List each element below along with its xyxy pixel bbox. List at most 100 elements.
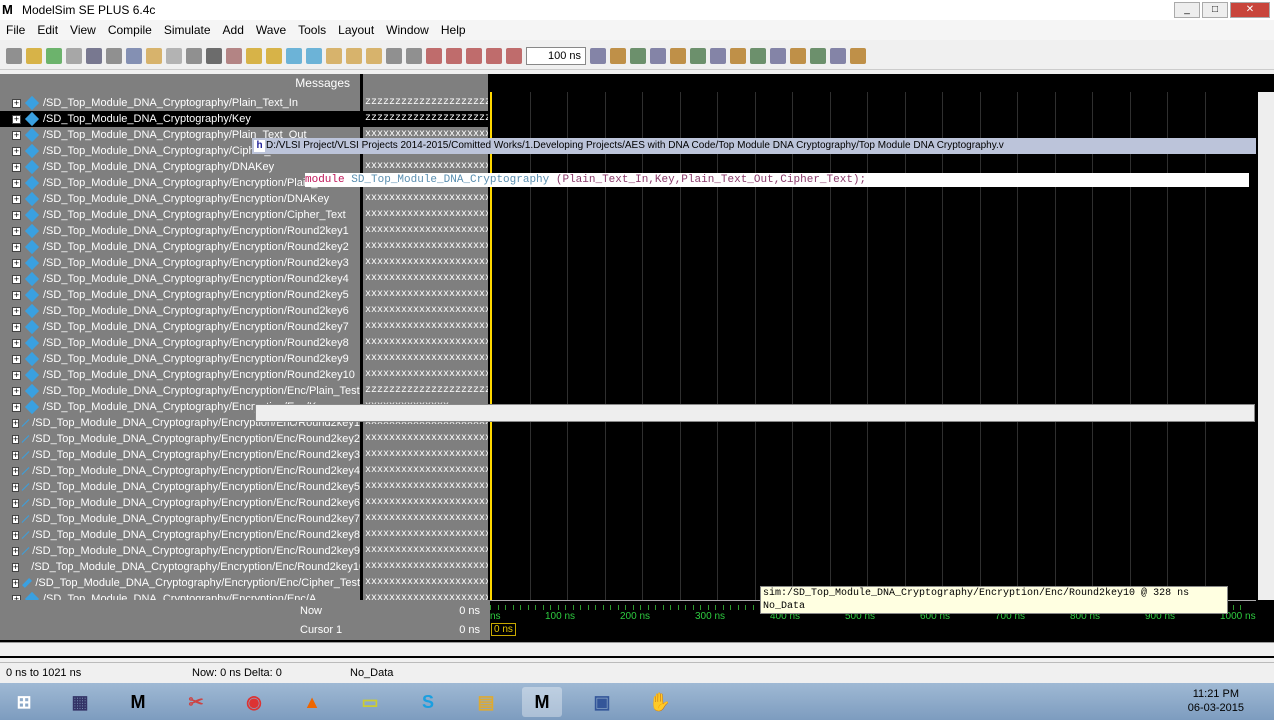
chrome-icon[interactable]: ◉ bbox=[234, 687, 274, 717]
expand-icon[interactable]: + bbox=[12, 146, 21, 156]
paint-icon[interactable]: ▣ bbox=[582, 687, 622, 717]
app-icon[interactable]: ✋ bbox=[640, 687, 680, 717]
expand-icon[interactable]: + bbox=[12, 370, 21, 380]
skype-icon[interactable]: S bbox=[408, 687, 448, 717]
toolbar-button-icon[interactable] bbox=[346, 47, 362, 64]
run-length-field[interactable]: 100 ns bbox=[526, 46, 586, 65]
menu-edit[interactable]: Edit bbox=[31, 23, 64, 37]
signal-row[interactable]: +/SD_Top_Module_DNA_Cryptography/Encrypt… bbox=[0, 479, 360, 495]
expand-icon[interactable]: + bbox=[12, 386, 21, 396]
toolbar-button-icon[interactable] bbox=[730, 47, 746, 64]
expand-icon[interactable]: + bbox=[12, 434, 20, 444]
signal-row[interactable]: +/SD_Top_Module_DNA_Cryptography/Encrypt… bbox=[0, 543, 360, 559]
waveform-pane[interactable] bbox=[490, 92, 1256, 600]
maximize-button[interactable]: □ bbox=[1202, 2, 1228, 18]
expand-icon[interactable]: + bbox=[12, 290, 21, 300]
expand-icon[interactable]: + bbox=[12, 322, 21, 332]
expand-icon[interactable]: + bbox=[12, 130, 21, 140]
signal-row[interactable]: +/SD_Top_Module_DNA_Cryptography/Encrypt… bbox=[0, 591, 360, 600]
menu-help[interactable]: Help bbox=[435, 23, 472, 37]
toolbar-button-icon[interactable] bbox=[850, 47, 866, 64]
toolbar-button-icon[interactable] bbox=[810, 47, 826, 64]
toolbar-button-icon[interactable] bbox=[186, 47, 202, 64]
expand-icon[interactable]: + bbox=[12, 466, 20, 476]
signal-row[interactable]: +/SD_Top_Module_DNA_Cryptography/Encrypt… bbox=[0, 223, 360, 239]
minimize-button[interactable]: _ bbox=[1174, 2, 1200, 18]
toolbar-button-icon[interactable] bbox=[66, 47, 82, 64]
signal-row[interactable]: +/SD_Top_Module_DNA_Cryptography/Encrypt… bbox=[0, 367, 360, 383]
signal-row[interactable]: +/SD_Top_Module_DNA_Cryptography/Encrypt… bbox=[0, 495, 360, 511]
toolbar-button-icon[interactable] bbox=[486, 47, 502, 64]
signal-row[interactable]: +/SD_Top_Module_DNA_Cryptography/Encrypt… bbox=[0, 527, 360, 543]
toolbar-button-icon[interactable] bbox=[146, 47, 162, 64]
toolbar-button-icon[interactable] bbox=[770, 47, 786, 64]
signal-row[interactable]: + /SD_Top_Module_DNA_Cryptography/Plain_T… bbox=[0, 95, 360, 111]
expand-icon[interactable]: + bbox=[12, 562, 20, 572]
signal-row[interactable]: +/SD_Top_Module_DNA_Cryptography/Encrypt… bbox=[0, 351, 360, 367]
explorer-icon[interactable]: ▤ bbox=[466, 687, 506, 717]
toolbar-button-icon[interactable] bbox=[46, 47, 62, 64]
expand-icon[interactable]: + bbox=[12, 546, 20, 556]
signal-row[interactable]: +/SD_Top_Module_DNA_Cryptography/Encrypt… bbox=[0, 287, 360, 303]
menu-tools[interactable]: Tools bbox=[292, 23, 332, 37]
expand-icon[interactable]: + bbox=[12, 354, 21, 364]
toolbar-button-icon[interactable] bbox=[466, 47, 482, 64]
expand-icon[interactable]: + bbox=[12, 274, 21, 284]
expand-icon[interactable]: + bbox=[12, 242, 21, 252]
toolbar-button-icon[interactable] bbox=[830, 47, 846, 64]
expand-icon[interactable]: + bbox=[12, 194, 21, 204]
expand-icon[interactable]: + bbox=[12, 210, 21, 220]
toolbar-button-icon[interactable] bbox=[630, 47, 646, 64]
expand-icon[interactable]: + bbox=[12, 402, 21, 412]
toolbar-button-icon[interactable] bbox=[86, 47, 102, 64]
folder-icon[interactable]: ▭ bbox=[350, 687, 390, 717]
signal-row[interactable]: +/SD_Top_Module_DNA_Cryptography/Encrypt… bbox=[0, 431, 360, 447]
expand-icon[interactable]: + bbox=[12, 450, 20, 460]
signal-row[interactable]: +/SD_Top_Module_DNA_Cryptography/Encrypt… bbox=[0, 559, 360, 575]
toolbar-button-icon[interactable] bbox=[426, 47, 442, 64]
toolbar-button-icon[interactable] bbox=[266, 47, 282, 64]
vertical-scrollbar[interactable] bbox=[1258, 92, 1274, 600]
toolbar-button-icon[interactable] bbox=[126, 47, 142, 64]
signal-row[interactable]: +/SD_Top_Module_DNA_Cryptography/Encrypt… bbox=[0, 239, 360, 255]
menu-add[interactable]: Add bbox=[217, 23, 250, 37]
menu-file[interactable]: File bbox=[0, 23, 31, 37]
menu-window[interactable]: Window bbox=[380, 23, 435, 37]
signal-row[interactable]: +/SD_Top_Module_DNA_Cryptography/Encrypt… bbox=[0, 575, 360, 591]
matlab-icon[interactable]: ▲ bbox=[292, 687, 332, 717]
toolbar-button-icon[interactable] bbox=[610, 47, 626, 64]
menu-simulate[interactable]: Simulate bbox=[158, 23, 217, 37]
signal-row[interactable]: +/SD_Top_Module_DNA_Cryptography/Encrypt… bbox=[0, 463, 360, 479]
toolbar-button-icon[interactable] bbox=[26, 47, 42, 64]
cursor-label[interactable]: Cursor 1 bbox=[300, 624, 342, 636]
toolbar-button-icon[interactable] bbox=[650, 47, 666, 64]
toolbar-button-icon[interactable] bbox=[366, 47, 382, 64]
signal-names-pane[interactable]: + /SD_Top_Module_DNA_Cryptography/Plain_T… bbox=[0, 92, 360, 600]
expand-icon[interactable]: + bbox=[12, 530, 20, 540]
toolbar-button-icon[interactable] bbox=[790, 47, 806, 64]
signal-row[interactable]: +/SD_Top_Module_DNA_Cryptography/Encrypt… bbox=[0, 303, 360, 319]
expand-icon[interactable]: + bbox=[12, 258, 21, 268]
expand-icon[interactable]: + bbox=[12, 338, 21, 348]
toolbar-button-icon[interactable] bbox=[166, 47, 182, 64]
menu-view[interactable]: View bbox=[64, 23, 102, 37]
signal-row[interactable]: +/SD_Top_Module_DNA_Cryptography/Encrypt… bbox=[0, 319, 360, 335]
toolbar-button-icon[interactable] bbox=[286, 47, 302, 64]
signal-row[interactable]: +/SD_Top_Module_DNA_Cryptography/Encrypt… bbox=[0, 335, 360, 351]
toolbar-button-icon[interactable] bbox=[206, 47, 222, 64]
expand-icon[interactable]: + bbox=[12, 162, 21, 172]
toolbar-button-icon[interactable] bbox=[106, 47, 122, 64]
signal-row[interactable]: +/SD_Top_Module_DNA_Cryptography/Encrypt… bbox=[0, 271, 360, 287]
toolbar-button-icon[interactable] bbox=[406, 47, 422, 64]
expand-icon[interactable]: + bbox=[12, 418, 20, 428]
toolbar-button-icon[interactable] bbox=[246, 47, 262, 64]
horizontal-scrollbar[interactable] bbox=[0, 642, 1274, 656]
menu-compile[interactable]: Compile bbox=[102, 23, 158, 37]
calculator-icon[interactable]: ▦ bbox=[60, 687, 100, 717]
expand-icon[interactable]: + bbox=[12, 114, 21, 124]
toolbar-button-icon[interactable] bbox=[506, 47, 522, 64]
toolbar-button-icon[interactable] bbox=[590, 47, 606, 64]
toolbar-button-icon[interactable] bbox=[750, 47, 766, 64]
signal-row[interactable]: +/SD_Top_Module_DNA_Cryptography/Encrypt… bbox=[0, 191, 360, 207]
toolbar-button-icon[interactable] bbox=[386, 47, 402, 64]
